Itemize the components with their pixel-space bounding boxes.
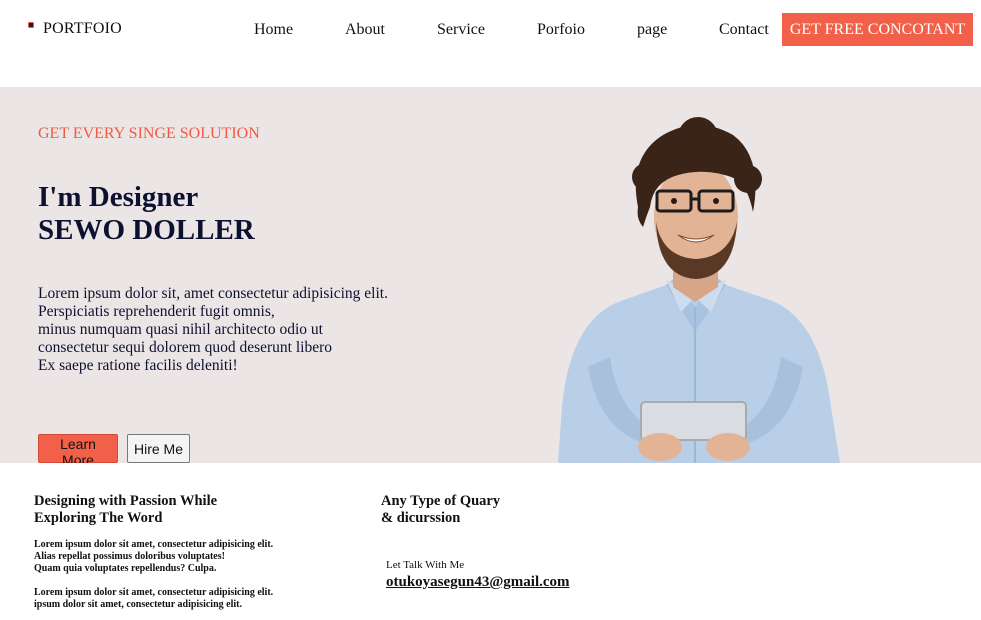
about-paragraph-line: Lorem ipsum dolor sit amet, consectetur … [34, 587, 274, 598]
about-heading-line-2: Exploring The Word [34, 510, 163, 526]
hero-paragraph-line: Ex saepe ratione facilis deleniti! [38, 357, 238, 374]
headline-line-1: I'm Designer [38, 181, 199, 213]
hire-me-button[interactable]: Hire Me [127, 434, 190, 463]
email-link[interactable]: otukoyasegun43@gmail.com [386, 574, 570, 591]
hero-eyebrow: GET EVERY SINGE SOLUTION [38, 125, 260, 142]
nav-link-contact[interactable]: Contact [719, 21, 769, 39]
logo-text: PORTFOIO [43, 20, 122, 37]
hero-paragraph-line: Perspiciatis reprehenderit fugit omnis, [38, 303, 275, 320]
hero-headline: I'm Designer SEWO DOLLER [38, 181, 255, 247]
about-paragraph-line: Alias repellat possimus doloribus volupt… [34, 551, 225, 562]
logo[interactable]: PORTFOIO [28, 20, 122, 38]
about-paragraph-line: Lorem ipsum dolor sit amet, consectetur … [34, 539, 274, 550]
nav-link-portfolio[interactable]: Porfoio [537, 21, 585, 39]
logo-icon [28, 22, 34, 28]
learn-more-button[interactable]: Learn More [38, 434, 118, 463]
nav-link-service[interactable]: Service [437, 21, 485, 39]
talk-label: Let Talk With Me [386, 559, 465, 571]
about-paragraph-1: Lorem ipsum dolor sit amet, consectetur … [34, 539, 273, 575]
contact-heading-line-1: Any Type of Quary [381, 493, 501, 509]
headline-line-2: SEWO DOLLER [38, 214, 255, 246]
top-navbar: PORTFOIO Home About Service Porfoio page… [0, 0, 981, 60]
about-heading: Designing with Passion While Exploring T… [34, 493, 217, 527]
hero-paragraph: Lorem ipsum dolor sit, amet consectetur … [38, 285, 388, 375]
nav-link-home[interactable]: Home [254, 21, 293, 39]
contact-heading: Any Type of Quary & dicurssion [381, 493, 500, 527]
hero-paragraph-line: minus numquam quasi nihil architecto odi… [38, 321, 323, 338]
contact-heading-line-2: & dicurssion [381, 510, 461, 526]
about-paragraph-line: ipsum dolor sit amet, consectetur adipis… [34, 599, 242, 610]
nav-link-page[interactable]: page [637, 21, 667, 39]
profile-photo [558, 117, 840, 463]
hero-paragraph-line: Lorem ipsum dolor sit, amet consectetur … [38, 285, 388, 302]
nav-link-about[interactable]: About [345, 21, 385, 39]
get-free-consultant-button[interactable]: GET FREE CONCOTANT [782, 13, 973, 46]
hero-section: GET EVERY SINGE SOLUTION I'm Designer SE… [0, 87, 981, 463]
hero-paragraph-line: consectetur sequi dolorem quod deserunt … [38, 339, 332, 356]
about-paragraph-line: Quam quia voluptates repellendus? Culpa. [34, 563, 217, 574]
about-paragraph-2: Lorem ipsum dolor sit amet, consectetur … [34, 587, 273, 611]
about-heading-line-1: Designing with Passion While [34, 493, 218, 509]
